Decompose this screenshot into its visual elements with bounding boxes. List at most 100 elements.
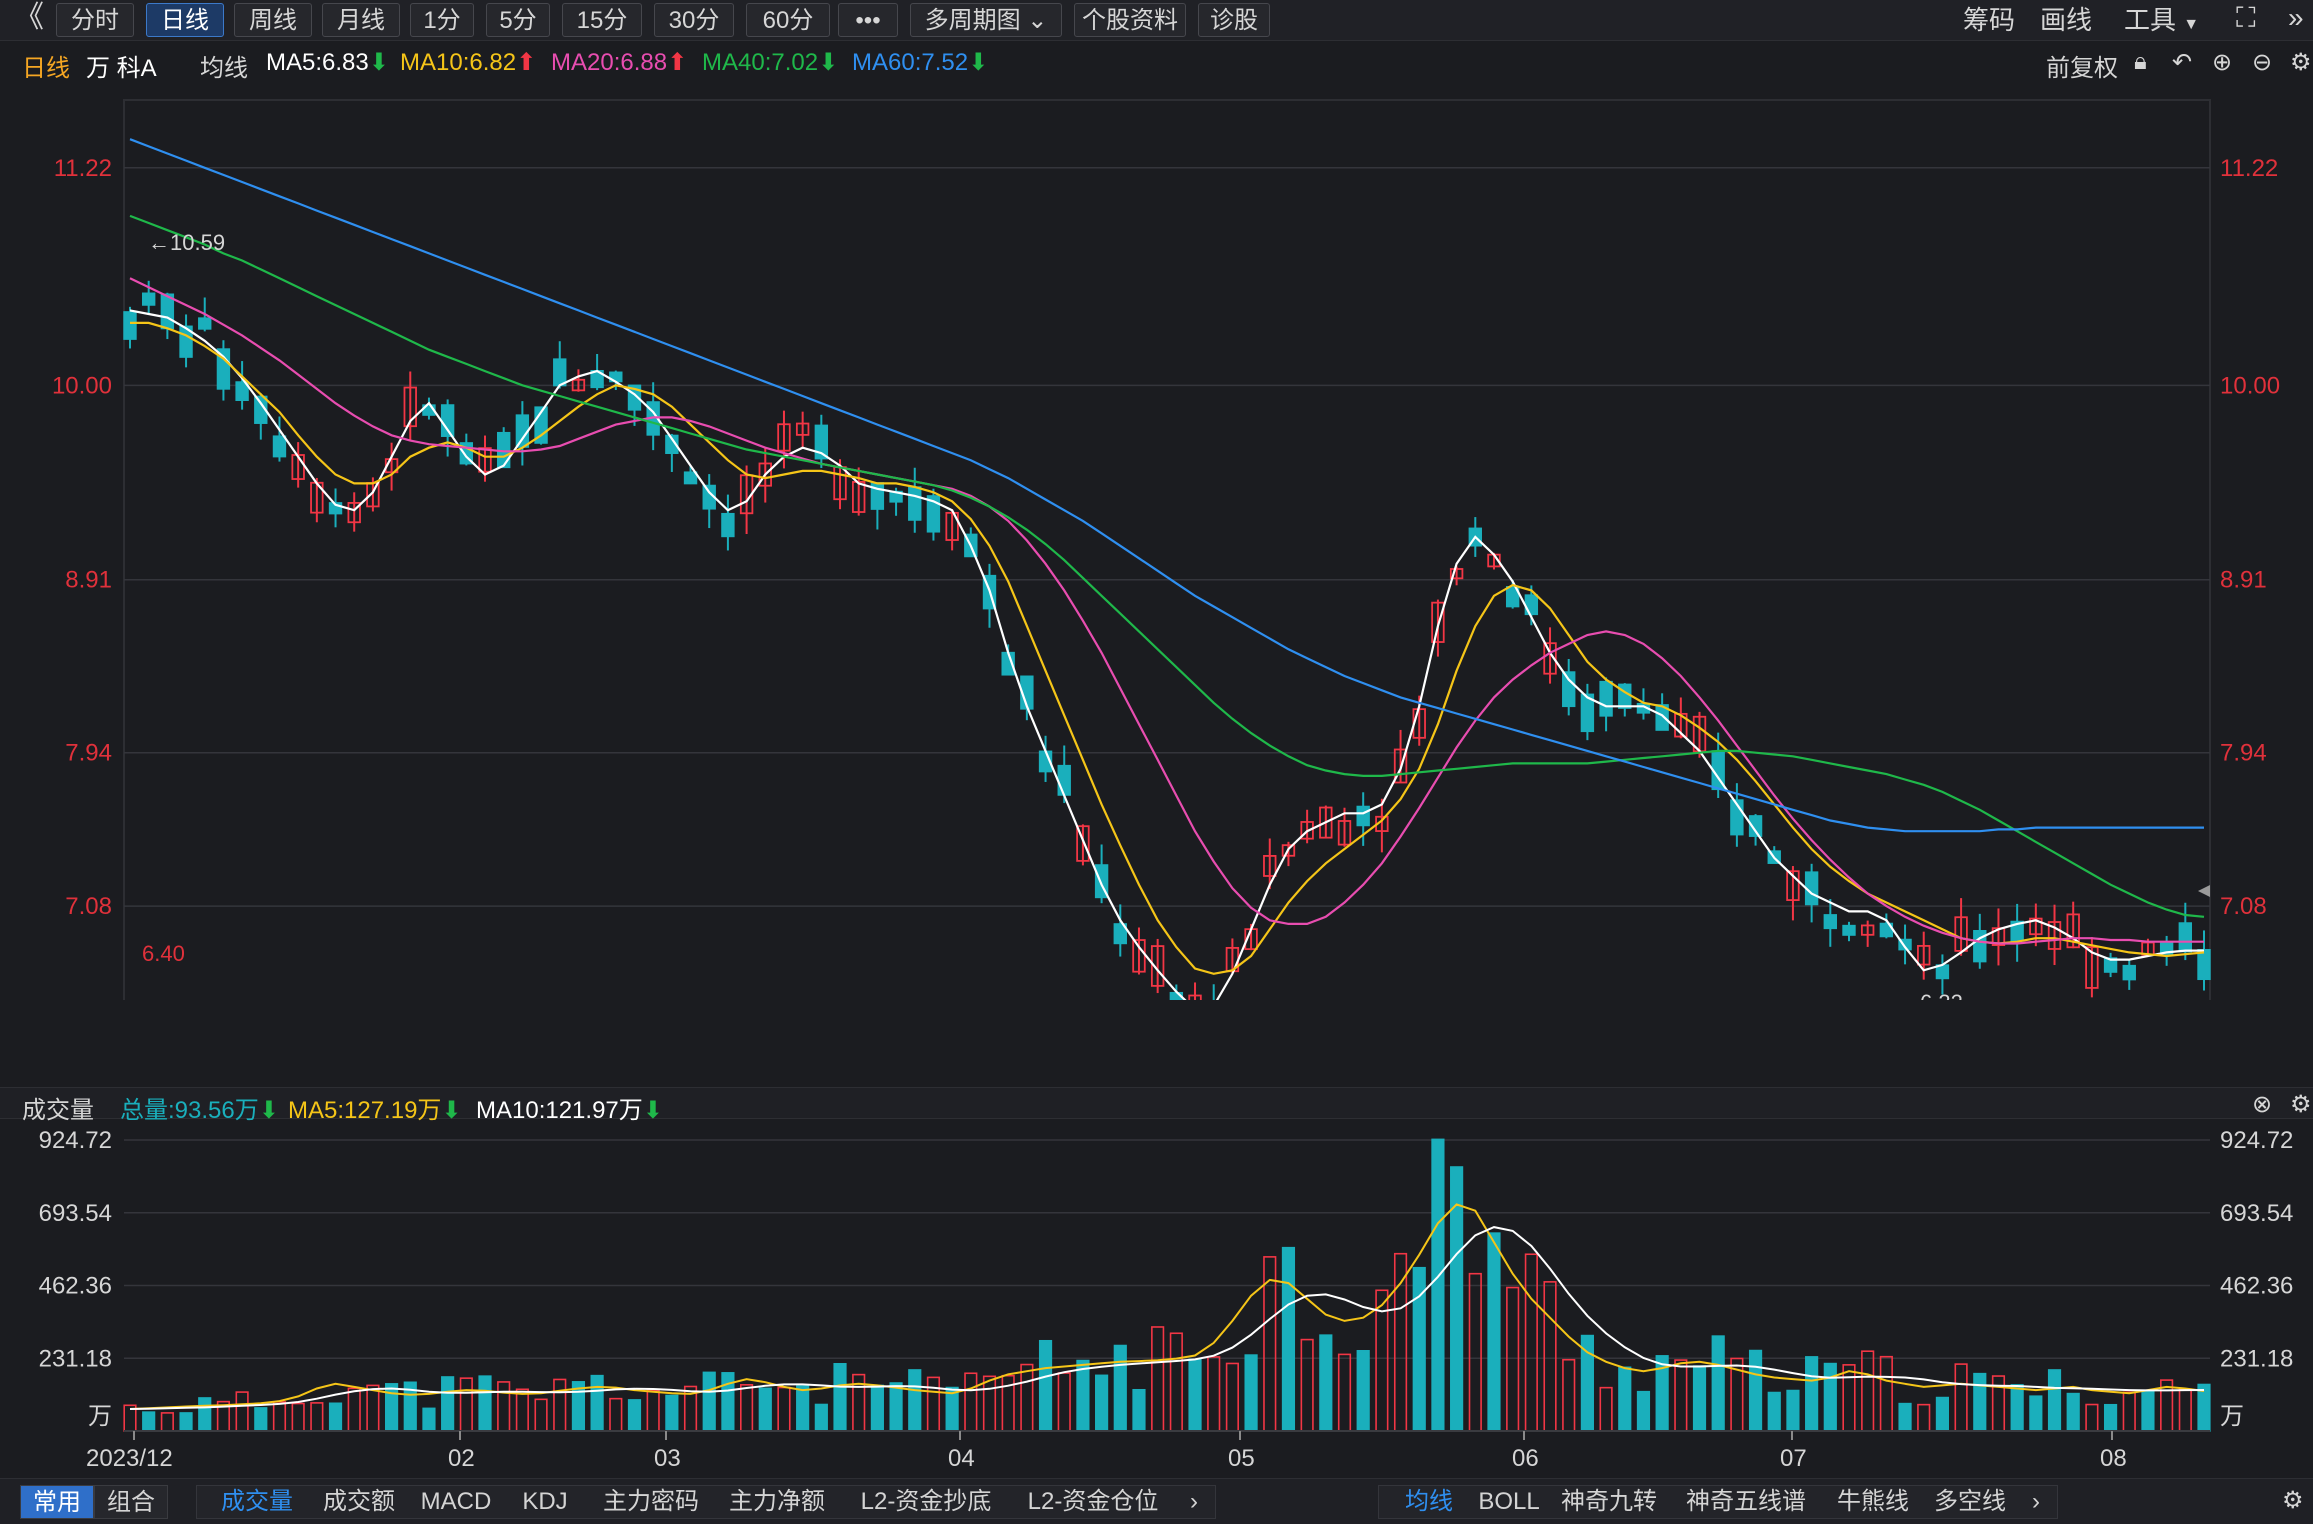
volume-bar (926, 1376, 941, 1432)
volume-tick-left: 693.54 (39, 1200, 112, 1227)
volume-bar (1431, 1138, 1445, 1432)
volume-tick-right: 231.18 (2220, 1345, 2293, 1372)
indicator-tab-3[interactable]: KDJ (503, 1486, 587, 1518)
volume-bar (254, 1407, 268, 1432)
overlay-tab-5[interactable]: 多空线 (1925, 1486, 2015, 1518)
indicator-more-icon[interactable]: › (1177, 1486, 1211, 1518)
volume-bar (1393, 1252, 1408, 1432)
volume-bar (272, 1401, 287, 1432)
volume-bar (1954, 1363, 1968, 1432)
volume-chart[interactable]: 924.72 693.54 462.36 231.18 万 924.72 693.54 46… (0, 0, 2313, 1523)
indicator-tab-5[interactable]: 主力净额 (715, 1486, 839, 1518)
bottom-left-tab-0[interactable]: 常用 (20, 1485, 94, 1519)
volume-tick-left: 924.72 (39, 1127, 112, 1154)
indicator-tab-1[interactable]: 成交额 (309, 1486, 409, 1518)
volume-bar (1300, 1338, 1314, 1432)
volume-bar (889, 1382, 903, 1432)
volume-bar (833, 1363, 847, 1432)
volume-bar (1786, 1389, 1800, 1432)
volume-bar (758, 1387, 772, 1432)
volume-axis-left: 924.72 693.54 462.36 231.18 万 (39, 1127, 112, 1430)
volume-bar (1337, 1353, 1352, 1432)
volume-bar (1169, 1332, 1183, 1432)
volume-bar (160, 1412, 174, 1432)
volume-bar (1935, 1396, 1950, 1432)
bottom-bar: 常用 组合 成交量 成交额 MACD KDJ 主力密码 主力净额 L2-资金抄底 L2-资金仓位… (0, 1478, 2313, 1524)
volume-bar (2197, 1383, 2211, 1432)
volume-bar (291, 1402, 305, 1432)
volume-bar (1188, 1358, 1202, 1432)
overlay-tab-0[interactable]: 均线 (1389, 1486, 1469, 1518)
volume-bar (1692, 1365, 1707, 1432)
volume-bar (1132, 1388, 1146, 1432)
volume-bar (1487, 1232, 1501, 1432)
volume-bar (1842, 1364, 1856, 1432)
indicator-tab-group: 成交量 成交额 MACD KDJ 主力密码 主力净额 L2-资金抄底 L2-资金仓位 › (196, 1485, 1216, 1519)
volume-bar (1095, 1374, 1109, 1432)
volume-bar (796, 1385, 810, 1432)
volume-bar (235, 1391, 249, 1432)
indicator-tab-7[interactable]: L2-资金仓位 (1013, 1486, 1173, 1518)
volume-bar (1468, 1272, 1482, 1432)
volume-bar (2141, 1390, 2155, 1432)
volume-bar (702, 1371, 716, 1432)
x-axis-label: 06 (1512, 1445, 1539, 1472)
volume-bar (328, 1402, 343, 1432)
overlay-more-icon[interactable]: › (2019, 1486, 2053, 1518)
indicator-tab-2[interactable]: MACD (411, 1486, 501, 1518)
x-axis-label: 03 (654, 1445, 681, 1472)
volume-grid (124, 1139, 2210, 1359)
volume-bar (1543, 1281, 1557, 1432)
volume-tick-left: 231.18 (39, 1345, 112, 1372)
volume-bar (982, 1375, 997, 1432)
volume-bar (2103, 1403, 2118, 1432)
bottom-left-tab-1[interactable]: 组合 (94, 1485, 168, 1519)
overlay-tab-group: 均线 BOLL 神奇九转 神奇五线谱 牛熊线 多空线 › (1378, 1485, 2058, 1519)
volume-bar (740, 1384, 754, 1432)
volume-bar (459, 1377, 473, 1432)
volume-bar (1524, 1253, 1538, 1432)
volume-bar (1244, 1354, 1258, 1432)
volume-bar (1711, 1335, 1725, 1432)
volume-bar (310, 1402, 324, 1432)
overlay-tab-3[interactable]: 神奇五线谱 (1671, 1486, 1821, 1518)
indicator-tab-0[interactable]: 成交量 (207, 1486, 307, 1518)
volume-bar (870, 1384, 884, 1432)
volume-bar (1207, 1356, 1221, 1432)
volume-bar (1861, 1350, 1875, 1432)
overlay-tab-4[interactable]: 牛熊线 (1823, 1486, 1923, 1518)
volume-bar (2178, 1388, 2192, 1432)
volume-bar (1319, 1334, 1333, 1432)
x-axis-label: 05 (1228, 1445, 1255, 1472)
volume-bar (1636, 1390, 1651, 1432)
volume-bar (1113, 1344, 1127, 1432)
volume-bar (665, 1394, 679, 1432)
volume-bar (142, 1411, 156, 1432)
volume-bar (1151, 1326, 1165, 1432)
indicator-tab-6[interactable]: L2-资金抄底 (841, 1486, 1011, 1518)
volume-axis-right: 924.72 693.54 462.36 231.18 万 (2220, 1127, 2293, 1430)
volume-unit-right: 万 (2220, 1403, 2244, 1430)
volume-bar (2010, 1384, 2024, 1432)
volume-bar (478, 1375, 492, 1432)
bottom-settings-gear-icon[interactable]: ⚙ (2282, 1487, 2304, 1515)
x-axis-label: 2023/12 (86, 1445, 173, 1472)
volume-bar (366, 1384, 380, 1432)
volume-bar (1506, 1286, 1520, 1432)
overlay-tab-2[interactable]: 神奇九转 (1549, 1486, 1669, 1518)
volume-bar (1991, 1375, 2006, 1432)
volume-bar (609, 1397, 623, 1432)
volume-tick-right: 693.54 (2220, 1200, 2293, 1227)
volume-tick-left: 462.36 (39, 1273, 112, 1300)
volume-bar (534, 1398, 548, 1432)
volume-bar (1748, 1349, 1763, 1432)
volume-bar (627, 1399, 642, 1432)
volume-bar (1917, 1403, 1931, 1432)
volume-bar (1281, 1246, 1296, 1432)
indicator-tab-4[interactable]: 主力密码 (589, 1486, 713, 1518)
volume-unit-left: 万 (88, 1403, 112, 1430)
volume-bar (908, 1369, 922, 1432)
volume-bar (553, 1378, 567, 1432)
volume-tick-right: 924.72 (2220, 1127, 2293, 1154)
overlay-tab-1[interactable]: BOLL (1471, 1486, 1547, 1518)
